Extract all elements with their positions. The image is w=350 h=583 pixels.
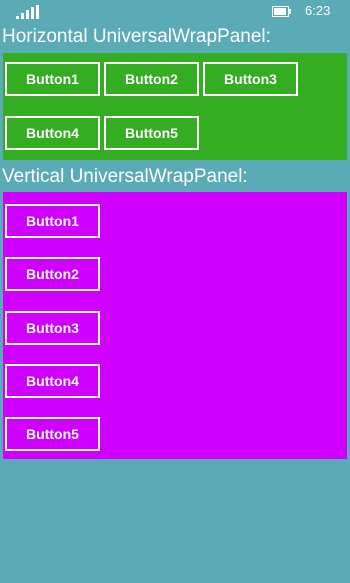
horizontal-button-1[interactable]: Button1 xyxy=(5,62,100,96)
vertical-button-3[interactable]: Button3 xyxy=(5,311,100,345)
vertical-button-5[interactable]: Button5 xyxy=(5,417,100,451)
clock-time: 6:23 xyxy=(305,3,331,18)
vertical-button-1[interactable]: Button1 xyxy=(5,204,100,238)
vertical-wrap-panel: Button1 Button2 Button3 Button4 Button5 xyxy=(3,192,347,459)
signal-icon xyxy=(16,5,40,19)
vertical-panel-title: Vertical UniversalWrapPanel: xyxy=(2,166,248,187)
horizontal-button-4[interactable]: Button4 xyxy=(5,116,100,150)
horizontal-button-2[interactable]: Button2 xyxy=(104,62,199,96)
battery-icon xyxy=(272,6,291,17)
horizontal-wrap-panel: Button1 Button2 Button3 Button4 Button5 xyxy=(3,53,347,160)
vertical-button-2[interactable]: Button2 xyxy=(5,257,100,291)
horizontal-panel-title: Horizontal UniversalWrapPanel: xyxy=(2,26,271,47)
horizontal-button-5[interactable]: Button5 xyxy=(104,116,199,150)
horizontal-button-3[interactable]: Button3 xyxy=(203,62,298,96)
status-bar: 6:23 xyxy=(0,0,350,24)
vertical-button-4[interactable]: Button4 xyxy=(5,364,100,398)
